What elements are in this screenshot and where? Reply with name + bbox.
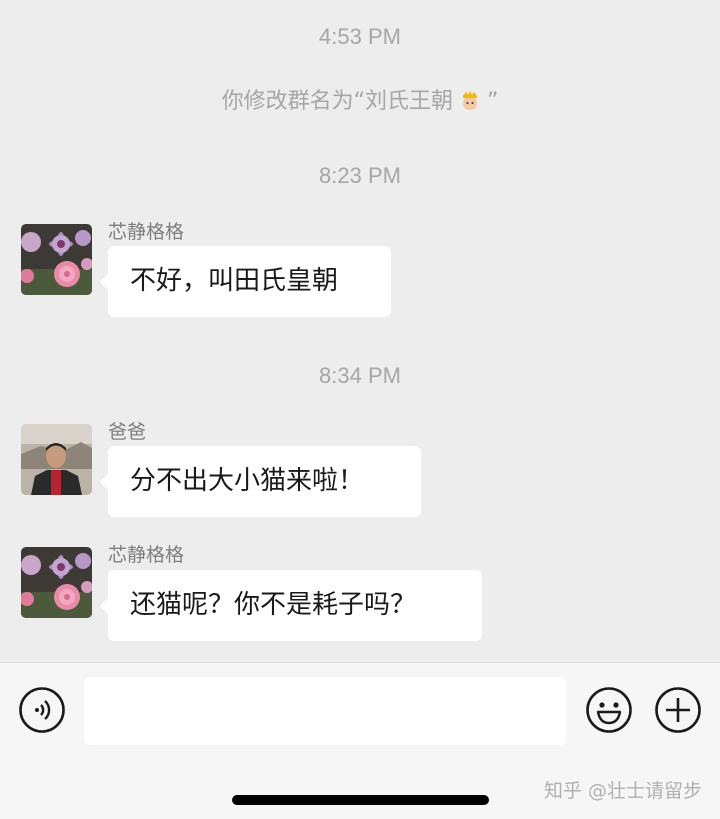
timestamp: 8:23 PM [319, 163, 401, 188]
man-avatar[interactable] [21, 424, 92, 495]
system-message: 你修改群名为“刘氏王朝 ” [0, 83, 720, 115]
message-input[interactable] [84, 677, 566, 745]
sender-name: 芯静格格 [108, 221, 185, 243]
flower-avatar[interactable] [21, 547, 92, 618]
flower-avatar[interactable] [21, 224, 92, 295]
sender-name: 芯静格格 [108, 544, 185, 566]
voice-icon[interactable] [18, 686, 66, 734]
message-bubble[interactable]: 分不出大小猫来啦！ [100, 446, 421, 517]
system-message-quote: ” [487, 89, 499, 114]
watermark: 知乎 @壮士请留步 [543, 780, 702, 802]
message-bubble[interactable]: 不好，叫田氏皇朝 [100, 246, 391, 317]
home-indicator[interactable] [232, 795, 489, 805]
timestamp: 4:53 PM [319, 24, 401, 49]
message-text: 还猫呢？你不是耗子吗？ [130, 590, 417, 620]
message-text: 不好，叫田氏皇朝 [130, 266, 339, 296]
emoji-icon[interactable] [585, 686, 633, 734]
sender-name: 爸爸 [108, 421, 147, 443]
system-message-text: 你修改群名为“刘氏王朝 [221, 89, 453, 114]
timestamp: 8:34 PM [319, 363, 401, 388]
message-bubble[interactable]: 还猫呢？你不是耗子吗？ [100, 570, 482, 641]
plus-icon[interactable] [654, 686, 702, 734]
message-text: 分不出大小猫来啦！ [130, 466, 365, 496]
crown-person-emoji-icon [459, 89, 481, 111]
